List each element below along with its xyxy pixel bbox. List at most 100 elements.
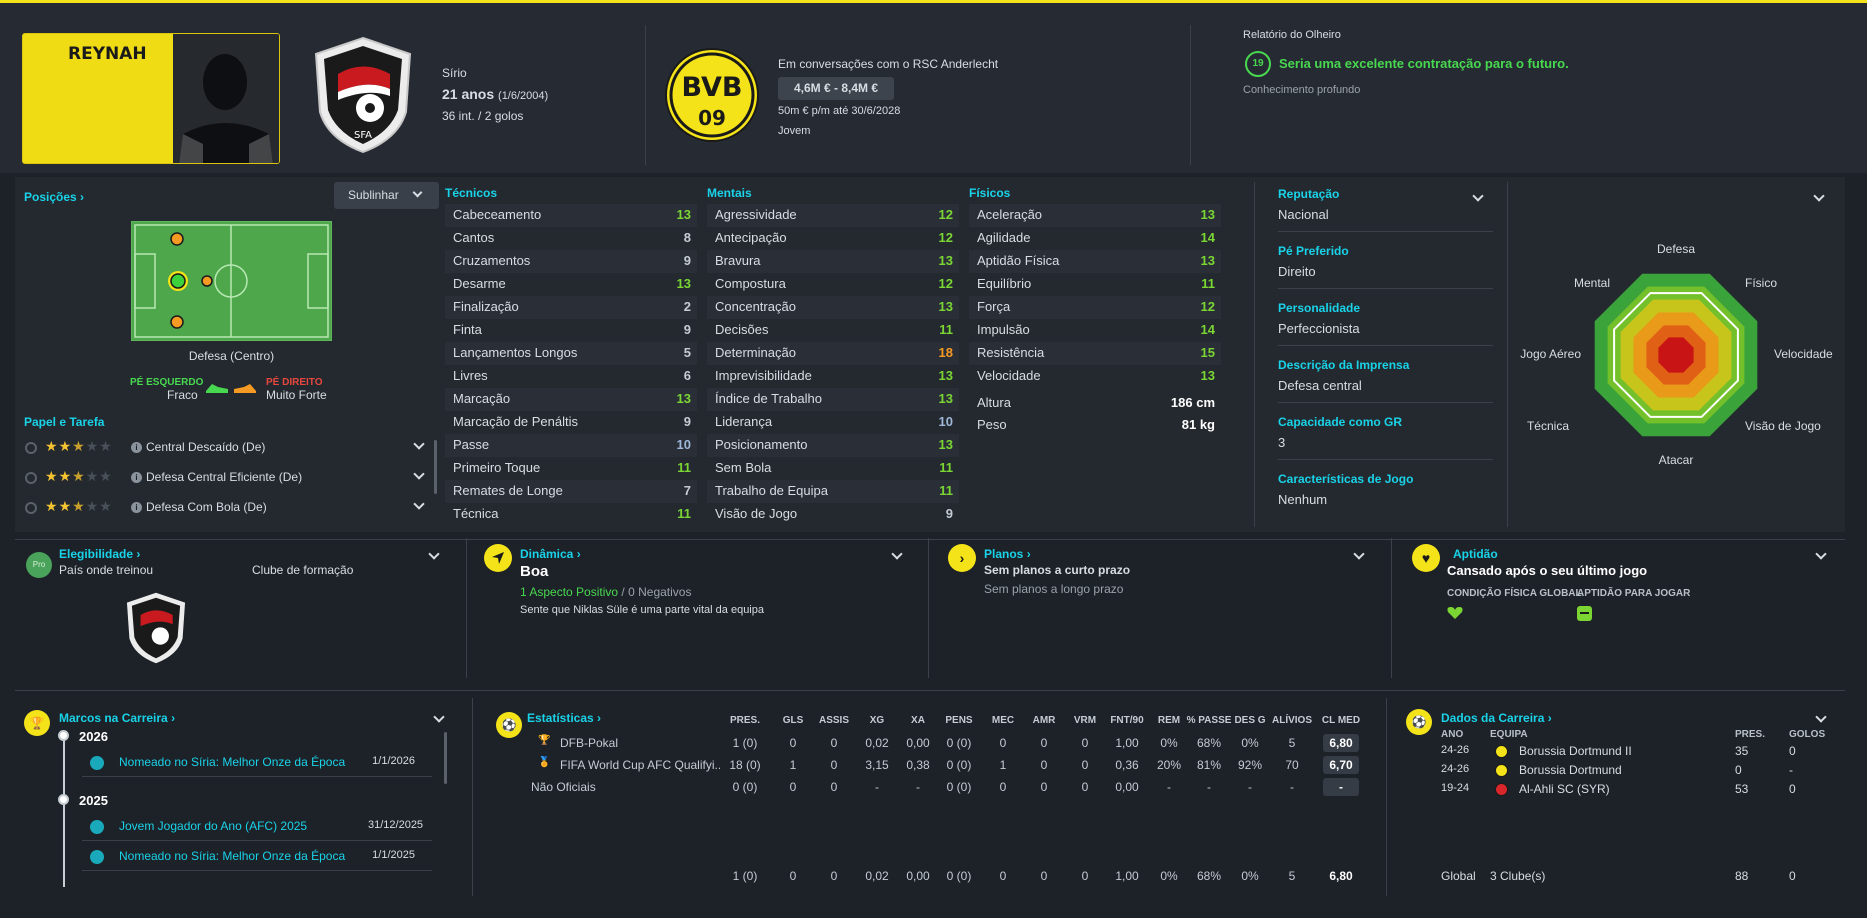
career-marks-chevron-down-icon[interactable] — [433, 711, 445, 723]
attribute-row[interactable]: Passe 10 — [445, 434, 697, 457]
info-icon[interactable]: i — [131, 442, 142, 453]
attribute-row[interactable]: Marcação de Penáltis 9 — [445, 411, 697, 434]
attribute-row[interactable]: Finalização 2 — [445, 296, 697, 319]
attribute-value: 13 — [1200, 368, 1215, 383]
competition-name[interactable]: FIFA World Cup AFC Qualifyi... — [560, 758, 720, 772]
right-boot-icon — [232, 381, 258, 398]
attribute-row[interactable]: Cruzamentos 9 — [445, 250, 697, 273]
attribute-row[interactable]: Finta 9 — [445, 319, 697, 342]
attribute-row[interactable]: Sem Bola 11 — [707, 457, 959, 480]
attribute-row[interactable]: Impulsão 14 — [969, 319, 1221, 342]
highlight-dropdown[interactable]: Sublinhar — [334, 182, 439, 209]
trophy-icon: 🏆 — [24, 710, 50, 736]
attribute-value: 11 — [939, 322, 953, 337]
plans-title[interactable]: Planos › — [984, 547, 1031, 561]
attribute-row[interactable]: Aceleração 13 — [969, 204, 1221, 227]
height-row: Altura 186 cm — [969, 392, 1221, 415]
eligibility-title[interactable]: Elegibilidade › — [59, 547, 140, 561]
star-icon: ★ — [72, 498, 86, 514]
fitness-title[interactable]: Aptidão — [1453, 547, 1498, 561]
attribute-value: 9 — [945, 506, 953, 521]
scout-report-title[interactable]: Relatório do Olheiro — [1243, 29, 1341, 41]
attribute-row[interactable]: Posicionamento 13 — [707, 434, 959, 457]
dynamics-chevron-down-icon[interactable] — [891, 548, 903, 560]
attribute-row[interactable]: Antecipação 12 — [707, 227, 959, 250]
attributes-tecnicos-title: Técnicos — [445, 186, 498, 200]
club-badge[interactable]: BVB 09 — [665, 48, 759, 145]
competition-name[interactable]: DFB-Pokal — [560, 736, 618, 750]
attribute-row[interactable]: Força 12 — [969, 296, 1221, 319]
career-team[interactable]: Al-Ahli SC (SYR) — [1519, 782, 1610, 796]
national-team-crest[interactable]: SFA — [308, 34, 418, 159]
role-label[interactable]: Defesa Central Eficiente (De) — [146, 470, 302, 484]
radar-label: Velocidade — [1774, 347, 1833, 361]
competition-name[interactable]: Não Oficiais — [531, 780, 596, 794]
attribute-row[interactable]: Velocidade 13 — [969, 365, 1221, 388]
attribute-row[interactable]: Compostura 12 — [707, 273, 959, 296]
attribute-row[interactable]: Índice de Trabalho 13 — [707, 388, 959, 411]
value-badge[interactable]: 4,6M € - 8,4M € — [778, 77, 894, 100]
attribute-row[interactable]: Desarme 13 — [445, 273, 697, 296]
attribute-row[interactable]: Agressividade 12 — [707, 204, 959, 227]
attribute-row[interactable]: Visão de Jogo 9 — [707, 503, 959, 526]
stats-title[interactable]: Estatísticas › — [527, 711, 601, 725]
plans-chevron-down-icon[interactable] — [1353, 548, 1365, 560]
attribute-row[interactable]: Cabeceamento 13 — [445, 204, 697, 227]
attribute-row[interactable]: Imprevisibilidade 13 — [707, 365, 959, 388]
role-label[interactable]: Central Descaído (De) — [146, 440, 265, 454]
attribute-value: 9 — [683, 414, 691, 429]
milestone-year: 2025 — [79, 793, 108, 808]
milestone-text[interactable]: Jovem Jogador do Ano (AFC) 2025 — [119, 819, 307, 833]
info-icon[interactable]: i — [131, 502, 142, 513]
attribute-row[interactable]: Marcação 13 — [445, 388, 697, 411]
role-label[interactable]: Defesa Com Bola (De) — [146, 500, 267, 514]
attribute-row[interactable]: Bravura 13 — [707, 250, 959, 273]
stats-header[interactable]: CL MED — [1311, 715, 1371, 726]
attribute-label: Imprevisibilidade — [715, 368, 812, 383]
milestones-scrollbar[interactable] — [444, 732, 447, 784]
player-photo — [173, 34, 279, 163]
attribute-row[interactable]: Cantos 8 — [445, 227, 697, 250]
fitness-chevron-down-icon[interactable] — [1815, 548, 1827, 560]
attribute-row[interactable]: Aptidão Física 13 — [969, 250, 1221, 273]
scout-score: 19 — [1245, 51, 1271, 77]
role-radio[interactable] — [25, 442, 37, 454]
player-card[interactable]: REYNAH — [22, 33, 280, 164]
career-data-title[interactable]: Dados da Carreira › — [1441, 711, 1552, 725]
attribute-row[interactable]: Agilidade 14 — [969, 227, 1221, 250]
attribute-row[interactable]: Liderança 10 — [707, 411, 959, 434]
career-team[interactable]: Borussia Dortmund II — [1519, 744, 1632, 758]
role-radio[interactable] — [25, 472, 37, 484]
info-icon[interactable]: i — [131, 472, 142, 483]
attribute-row[interactable]: Lançamentos Longos 5 — [445, 342, 697, 365]
attribute-value: 7 — [683, 483, 691, 498]
stats-cell: 5 — [1288, 736, 1296, 750]
info-divider — [1278, 459, 1493, 460]
career-data-chevron-down-icon[interactable] — [1815, 711, 1827, 723]
attribute-row[interactable]: Determinação 18 — [707, 342, 959, 365]
roles-scrollbar[interactable] — [434, 440, 437, 494]
attribute-row[interactable]: Equilíbrio 11 — [969, 273, 1221, 296]
attribute-value: 11 — [677, 460, 691, 475]
attribute-row[interactable]: Concentração 13 — [707, 296, 959, 319]
career-marks-title[interactable]: Marcos na Carreira › — [59, 711, 175, 725]
attribute-row[interactable]: Resistência 15 — [969, 342, 1221, 365]
attributes-fisicos-title: Físicos — [969, 186, 1011, 200]
bottom-divider-2 — [1386, 698, 1387, 896]
weight-value: 81 kg — [1181, 417, 1215, 432]
chevron-down-icon — [412, 187, 423, 198]
role-radio[interactable] — [25, 502, 37, 514]
milestone-text[interactable]: Nomeado no Síria: Melhor Onze da Época — [119, 755, 345, 769]
attribute-row[interactable]: Livres 6 — [445, 365, 697, 388]
attribute-row[interactable]: Decisões 11 — [707, 319, 959, 342]
attribute-row[interactable]: Técnica 11 — [445, 503, 697, 526]
milestone-text[interactable]: Nomeado no Síria: Melhor Onze da Época — [119, 849, 345, 863]
positions-title[interactable]: Posições › — [24, 190, 84, 204]
attribute-row[interactable]: Remates de Longe 7 — [445, 480, 697, 503]
eligibility-chevron-down-icon[interactable] — [428, 548, 440, 560]
star-icon: ★ — [58, 468, 73, 484]
attribute-row[interactable]: Trabalho de Equipa 11 — [707, 480, 959, 503]
attribute-row[interactable]: Primeiro Toque 11 — [445, 457, 697, 480]
dynamics-title[interactable]: Dinâmica › — [520, 547, 581, 561]
career-team[interactable]: Borussia Dortmund — [1519, 763, 1622, 777]
